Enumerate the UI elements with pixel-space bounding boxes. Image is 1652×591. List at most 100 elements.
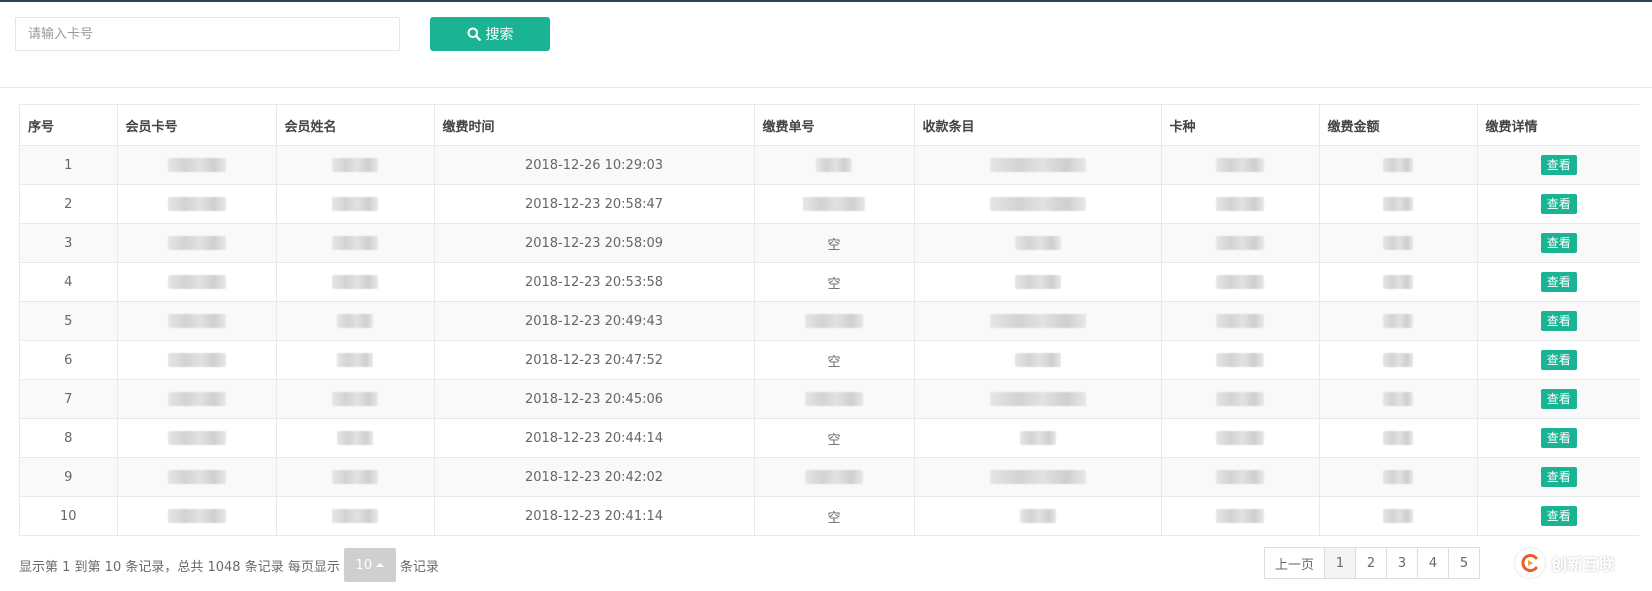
watermark: 创新互联 [1515,547,1615,579]
redacted-card-number [117,496,277,535]
redacted-amount [1319,496,1478,535]
caret-up-icon [376,563,385,567]
redacted-amount [1319,184,1478,224]
column-header-payment-time[interactable]: 缴费时间 [434,105,755,146]
view-details-button[interactable]: 查看 [1540,350,1577,370]
redacted-amount [1319,262,1478,302]
redacted-card-type [1161,496,1320,535]
redacted-card-number [117,457,277,497]
page-size-value: 10 [355,557,373,573]
redacted-payment-item [914,340,1162,380]
row-index: 8 [20,418,118,458]
page-button-5[interactable]: 5 [1448,547,1481,579]
payment-time: 2018-12-23 20:53:58 [434,262,755,302]
page-button-4[interactable]: 4 [1417,547,1450,579]
table-row: 10 2018-12-23 20:41:14 空 查看 [20,496,1640,535]
view-details-button[interactable]: 查看 [1540,194,1577,214]
view-details-button[interactable]: 查看 [1540,155,1577,175]
redacted-card-type [1161,145,1320,185]
column-header-payment-item[interactable]: 收款条目 [914,105,1162,146]
redacted-card-type [1161,301,1320,341]
column-header-order-number[interactable]: 缴费单号 [754,105,915,146]
redacted-card-type [1161,418,1320,458]
redacted-amount [1319,418,1478,458]
column-header-index[interactable]: 序号 [20,105,118,146]
redacted-card-type [1161,340,1320,380]
details-cell: 查看 [1477,223,1640,263]
search-button[interactable]: 搜索 [430,17,550,51]
row-index: 1 [20,145,118,185]
payment-time: 2018-12-23 20:42:02 [434,457,755,497]
redacted-order-number [754,379,915,419]
details-cell: 查看 [1477,301,1640,341]
row-index: 7 [20,379,118,419]
page-size-dropdown[interactable]: 10 [343,548,396,582]
table-row: 1 2018-12-26 10:29:03 查看 [20,145,1640,185]
details-cell: 查看 [1477,496,1640,535]
row-index: 5 [20,301,118,341]
column-header-details[interactable]: 缴费详情 [1477,105,1640,146]
redacted-order-number [754,145,915,185]
details-cell: 查看 [1477,340,1640,380]
records-info-text: 显示第 1 到第 10 条记录，总共 1048 条记录 每页显示 [19,559,340,575]
payment-time: 2018-12-23 20:45:06 [434,379,755,419]
details-cell: 查看 [1477,262,1640,302]
redacted-order-number [754,184,915,224]
payment-time: 2018-12-23 20:49:43 [434,301,755,341]
payment-records-table-container: 序号 会员卡号 会员姓名 缴费时间 缴费单号 收款条目 卡种 缴费金额 缴费详情… [19,104,1640,536]
card-number-search-input[interactable] [15,17,400,51]
redacted-payment-item [914,223,1162,263]
redacted-card-type [1161,457,1320,497]
payment-time: 2018-12-26 10:29:03 [434,145,755,185]
table-row: 7 2018-12-23 20:45:06 查看 [20,379,1640,419]
redacted-payment-item [914,496,1162,535]
redacted-payment-item [914,418,1162,458]
watermark-text: 创新互联 [1551,555,1616,574]
view-details-button[interactable]: 查看 [1540,233,1577,253]
table-row: 5 2018-12-23 20:49:43 查看 [20,301,1640,341]
column-header-card-number[interactable]: 会员卡号 [117,105,277,146]
details-cell: 查看 [1477,418,1640,458]
redacted-card-number [117,418,277,458]
redacted-member-name [276,379,435,419]
redacted-member-name [276,301,435,341]
table-row: 9 2018-12-23 20:42:02 查看 [20,457,1640,497]
redacted-payment-item [914,379,1162,419]
redacted-member-name [276,340,435,380]
row-index: 9 [20,457,118,497]
table-row: 2 2018-12-23 20:58:47 查看 [20,184,1640,224]
page-button-1[interactable]: 1 [1324,547,1357,579]
view-details-button[interactable]: 查看 [1540,506,1577,526]
view-details-button[interactable]: 查看 [1540,311,1577,331]
order-number: 空 [754,496,915,535]
previous-page-button[interactable]: 上一页 [1264,547,1326,579]
table-header-row: 序号 会员卡号 会员姓名 缴费时间 缴费单号 收款条目 卡种 缴费金额 缴费详情 [20,105,1640,146]
column-header-member-name[interactable]: 会员姓名 [276,105,435,146]
redacted-payment-item [914,301,1162,341]
view-details-button[interactable]: 查看 [1540,389,1577,409]
details-cell: 查看 [1477,184,1640,224]
redacted-card-type [1161,184,1320,224]
view-details-button[interactable]: 查看 [1540,467,1577,487]
pagination-info: 显示第 1 到第 10 条记录，总共 1048 条记录 每页显示 10 条记录 [19,548,439,582]
page-button-2[interactable]: 2 [1355,547,1388,579]
redacted-amount [1319,457,1478,497]
redacted-amount [1319,340,1478,380]
redacted-order-number [754,301,915,341]
row-index: 2 [20,184,118,224]
payment-time: 2018-12-23 20:41:14 [434,496,755,535]
payment-records-table: 序号 会员卡号 会员姓名 缴费时间 缴费单号 收款条目 卡种 缴费金额 缴费详情… [20,105,1640,535]
redacted-card-number [117,145,277,185]
redacted-card-number [117,340,277,380]
page-button-3[interactable]: 3 [1386,547,1419,579]
redacted-card-type [1161,262,1320,302]
view-details-button[interactable]: 查看 [1540,272,1577,292]
details-cell: 查看 [1477,145,1640,185]
column-header-amount[interactable]: 缴费金额 [1319,105,1478,146]
redacted-card-type [1161,223,1320,263]
view-details-button[interactable]: 查看 [1540,428,1577,448]
redacted-card-number [117,262,277,302]
redacted-amount [1319,223,1478,263]
column-header-card-type[interactable]: 卡种 [1161,105,1320,146]
order-number: 空 [754,340,915,380]
